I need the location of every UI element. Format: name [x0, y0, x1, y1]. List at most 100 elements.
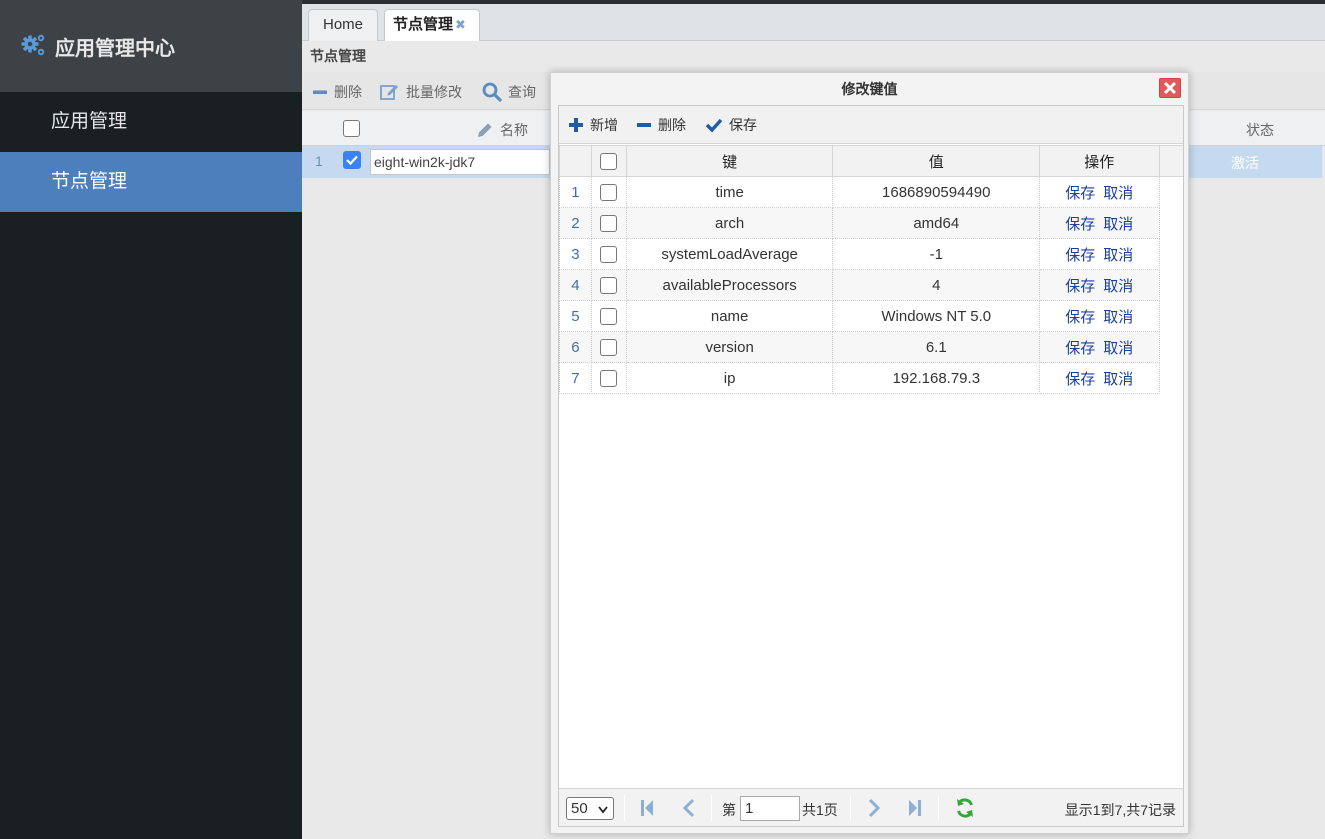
row-checkbox[interactable]: [600, 183, 618, 201]
pencil-icon: [478, 123, 492, 137]
last-page-icon[interactable]: [907, 798, 923, 818]
column-status[interactable]: 状态: [1246, 120, 1274, 140]
row-number: 1: [559, 176, 592, 208]
column-value[interactable]: 值: [832, 145, 1041, 177]
table-row[interactable]: 3 systemLoadAverage -1 保存 取消: [559, 238, 1184, 270]
panel-title: 节点管理: [310, 48, 366, 64]
close-icon: [1163, 81, 1177, 95]
row-checkbox-cell: [590, 331, 627, 363]
check-icon: [705, 118, 723, 133]
key-cell[interactable]: arch: [625, 207, 834, 239]
edit-icon: [380, 85, 398, 100]
plus-icon: [569, 118, 583, 132]
column-name[interactable]: 名称: [476, 120, 528, 140]
row-save-link[interactable]: 保存: [1065, 309, 1095, 326]
add-label: 新增: [590, 117, 618, 133]
delete-button[interactable]: 删除: [312, 82, 362, 102]
next-page-icon[interactable]: [866, 798, 882, 818]
row-save-link[interactable]: 保存: [1065, 247, 1095, 264]
table-row[interactable]: 2 arch amd64 保存 取消: [559, 207, 1184, 239]
add-button[interactable]: 新增: [568, 115, 618, 135]
pagination-bar: 50 第 1 共1页 显示1到7,共7记录: [559, 788, 1183, 826]
action-cell: 保存 取消: [1039, 269, 1160, 301]
row-checkbox[interactable]: [600, 338, 618, 356]
query-label: 查询: [508, 84, 536, 100]
key-cell[interactable]: systemLoadAverage: [625, 238, 834, 270]
tab-node-management[interactable]: 节点管理 ✖: [384, 9, 480, 41]
minus-icon: [313, 90, 327, 94]
action-cell: 保存 取消: [1039, 331, 1160, 363]
value-cell[interactable]: amd64: [832, 207, 1041, 239]
dialog-toolbar: 新增 删除 保存: [559, 106, 1183, 144]
row-save-link[interactable]: 保存: [1065, 278, 1095, 295]
row-checkbox-cell: [590, 300, 627, 332]
key-cell[interactable]: availableProcessors: [625, 269, 834, 301]
status-cell: 激活: [1231, 155, 1259, 171]
table-header-row: 键 值 操作: [559, 145, 1183, 177]
key-cell[interactable]: version: [625, 331, 834, 363]
table-row[interactable]: 6 version 6.1 保存 取消: [559, 331, 1184, 363]
node-name-cell[interactable]: eight-win2k-jdk7: [370, 149, 550, 175]
column-key[interactable]: 键: [625, 145, 834, 177]
row-cancel-link[interactable]: 取消: [1103, 340, 1133, 357]
row-cancel-link[interactable]: 取消: [1103, 278, 1133, 295]
dialog-close-button[interactable]: [1159, 78, 1181, 98]
sidebar-item-node-management[interactable]: 节点管理: [0, 152, 302, 212]
separator: [938, 795, 939, 821]
row-cancel-link[interactable]: 取消: [1103, 247, 1133, 264]
first-page-icon[interactable]: [639, 798, 655, 818]
sidebar-item-app-management[interactable]: 应用管理: [0, 92, 302, 152]
row-number: 6: [559, 331, 592, 363]
scroll-gutter: [1158, 145, 1183, 177]
select-all-checkbox[interactable]: [343, 120, 360, 137]
prev-page-icon[interactable]: [681, 798, 697, 818]
row-checkbox-cell: [590, 238, 627, 270]
value-cell[interactable]: -1: [832, 238, 1041, 270]
action-cell: 保存 取消: [1039, 300, 1160, 332]
close-icon[interactable]: ✖: [455, 17, 466, 32]
page-size-select[interactable]: 50: [566, 797, 614, 820]
batch-edit-button[interactable]: 批量修改: [380, 82, 462, 102]
table-row[interactable]: 4 availableProcessors 4 保存 取消: [559, 269, 1184, 301]
row-checkbox[interactable]: [600, 245, 618, 263]
row-save-link[interactable]: 保存: [1065, 340, 1095, 357]
value-cell[interactable]: Windows NT 5.0: [832, 300, 1041, 332]
table-row[interactable]: 1 time 1686890594490 保存 取消: [559, 176, 1184, 208]
column-action[interactable]: 操作: [1039, 145, 1160, 177]
table-row[interactable]: 5 name Windows NT 5.0 保存 取消: [559, 300, 1184, 332]
select-all-checkbox[interactable]: [600, 152, 618, 170]
separator: [850, 795, 851, 821]
chevron-down-icon: [598, 806, 608, 814]
row-checkbox[interactable]: [600, 307, 618, 325]
sidebar-header: 应用管理中心: [0, 0, 302, 92]
table-row[interactable]: 7 ip 192.168.79.3 保存 取消: [559, 362, 1184, 394]
value-cell[interactable]: 4: [832, 269, 1041, 301]
value-cell[interactable]: 192.168.79.3: [832, 362, 1041, 394]
row-checkbox[interactable]: [600, 214, 618, 232]
row-checkbox[interactable]: [343, 151, 361, 169]
row-save-link[interactable]: 保存: [1065, 371, 1095, 388]
tab-bar: Home 节点管理 ✖: [302, 4, 1325, 41]
page-number-input[interactable]: 1: [740, 796, 800, 821]
key-cell[interactable]: time: [625, 176, 834, 208]
row-save-link[interactable]: 保存: [1065, 216, 1095, 233]
value-cell[interactable]: 1686890594490: [832, 176, 1041, 208]
row-number: 7: [559, 362, 592, 394]
action-cell: 保存 取消: [1039, 238, 1160, 270]
row-checkbox[interactable]: [600, 369, 618, 387]
row-cancel-link[interactable]: 取消: [1103, 309, 1133, 326]
row-cancel-link[interactable]: 取消: [1103, 371, 1133, 388]
tab-home[interactable]: Home: [308, 9, 378, 41]
action-cell: 保存 取消: [1039, 207, 1160, 239]
key-cell[interactable]: name: [625, 300, 834, 332]
value-cell[interactable]: 6.1: [832, 331, 1041, 363]
delete-button[interactable]: 删除: [636, 115, 686, 135]
row-cancel-link[interactable]: 取消: [1103, 185, 1133, 202]
save-button[interactable]: 保存: [705, 115, 757, 135]
query-button[interactable]: 查询: [482, 82, 536, 102]
refresh-icon[interactable]: [955, 797, 975, 819]
row-checkbox[interactable]: [600, 276, 618, 294]
key-cell[interactable]: ip: [625, 362, 834, 394]
row-cancel-link[interactable]: 取消: [1103, 216, 1133, 233]
row-save-link[interactable]: 保存: [1065, 185, 1095, 202]
